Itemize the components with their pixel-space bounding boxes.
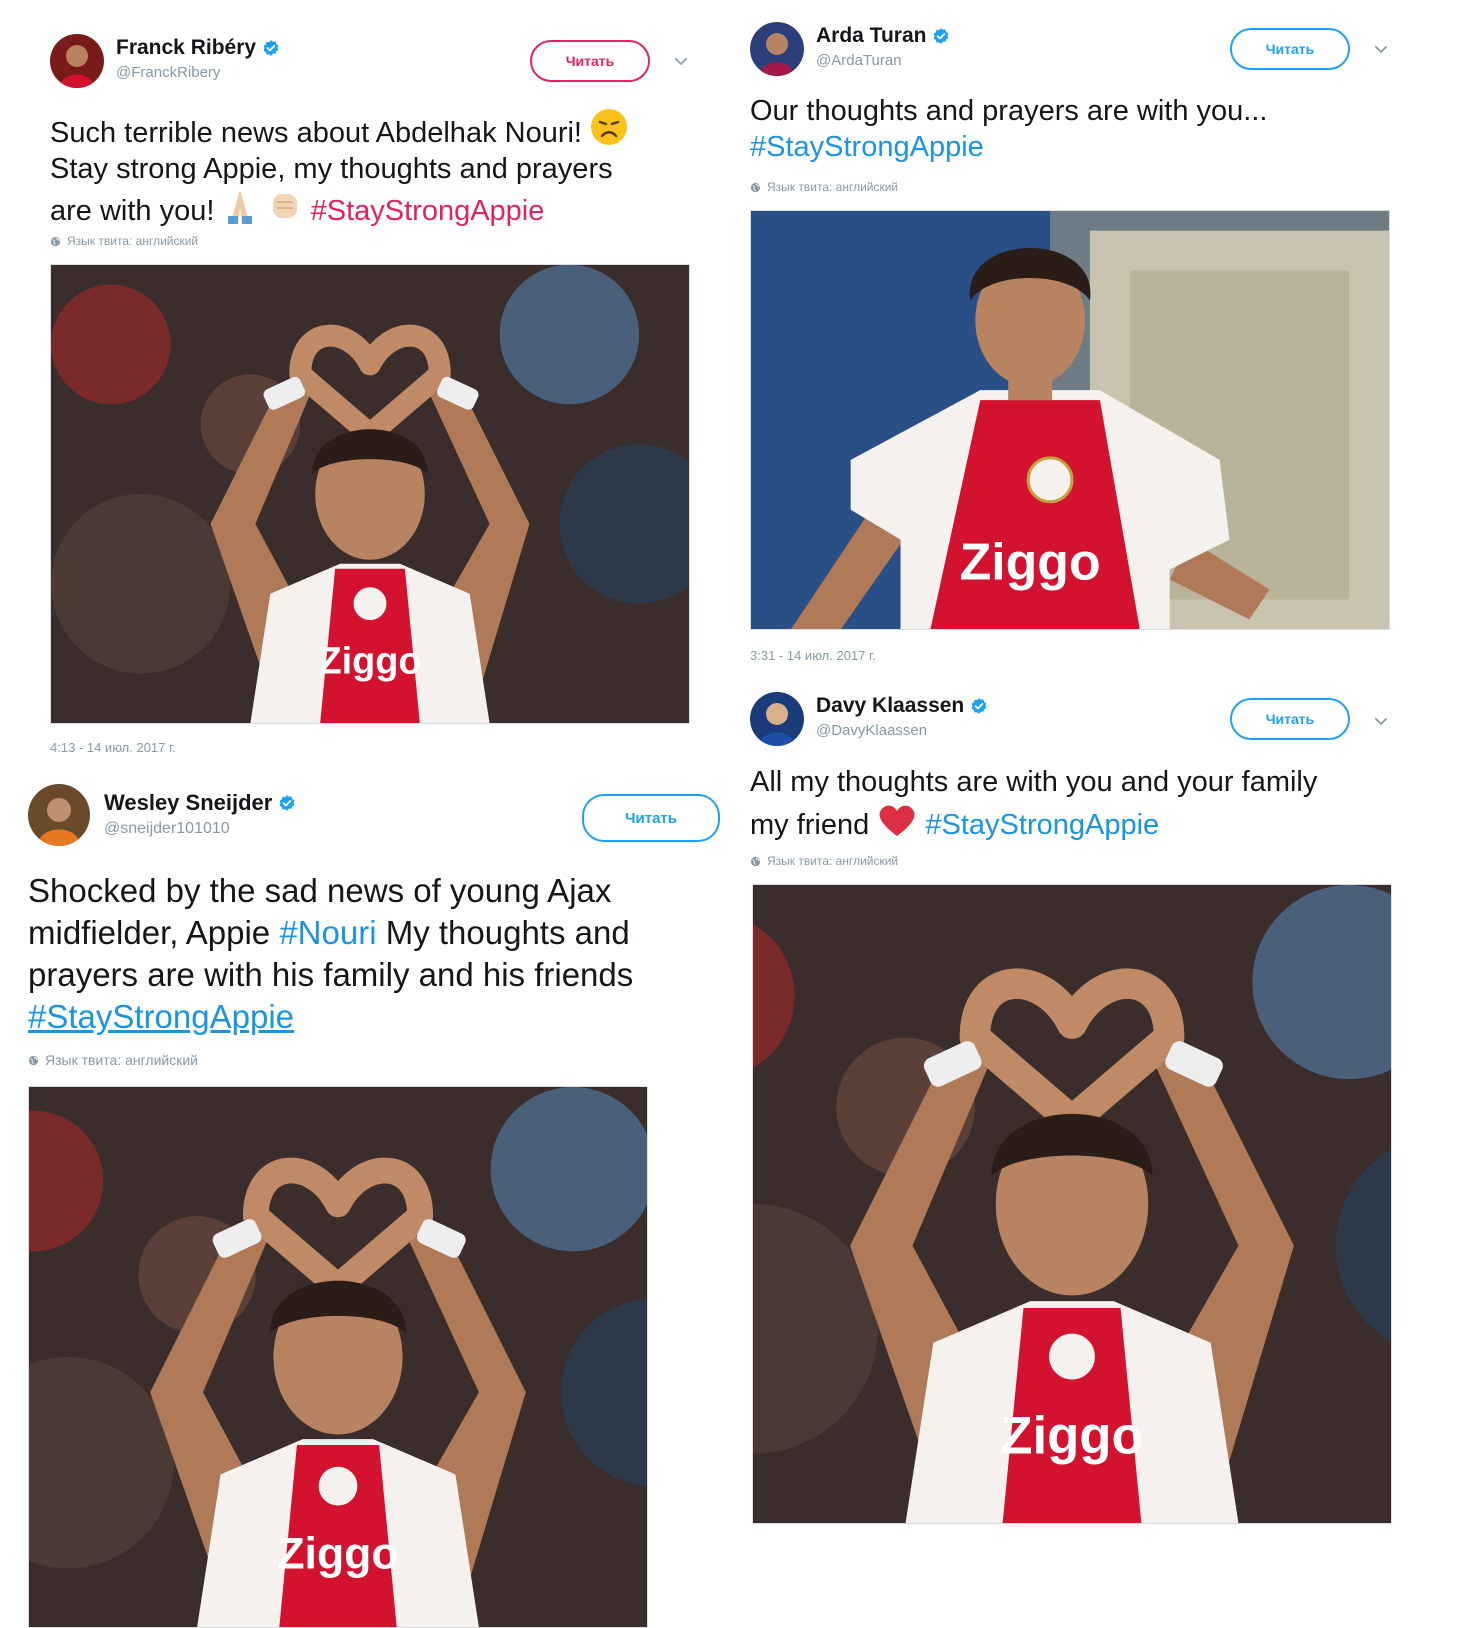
tweet-text: Such terrible news about Abdelhak Nouri!… (50, 108, 720, 230)
hashtag-link[interactable]: #StayStrongAppie (925, 809, 1159, 841)
player-running-photo (751, 211, 1389, 629)
author-handle[interactable]: @FranckRibery (116, 64, 220, 81)
hashtag-link[interactable]: #StayStrongAppie (311, 195, 545, 227)
chevron-down-icon[interactable] (672, 52, 690, 70)
tweet-card-ribery: Franck Ribéry @FranckRibery Читать Such … (0, 0, 730, 770)
tweet-text: Shocked by the sad news of young Ajax mi… (28, 872, 634, 1035)
author-handle[interactable]: @DavyKlaassen (816, 722, 927, 739)
avatar[interactable] (50, 34, 104, 88)
author-name[interactable]: Arda Turan (816, 24, 950, 48)
tweet-photo[interactable] (28, 1086, 648, 1628)
author-name[interactable]: Wesley Sneijder (104, 790, 296, 816)
tweet-language-note[interactable]: Язык твита: английский (750, 180, 898, 194)
player-heart-gesture-photo (753, 885, 1391, 1523)
follow-button[interactable]: Читать (1230, 28, 1350, 70)
author-name[interactable]: Davy Klaassen (816, 694, 988, 718)
author-name[interactable]: Franck Ribéry (116, 36, 280, 60)
tweet-photo[interactable] (50, 264, 690, 724)
globe-icon (28, 1055, 39, 1066)
hashtag-link[interactable]: #StayStrongAppie (750, 131, 984, 163)
player-heart-gesture-photo (51, 265, 689, 723)
follow-button[interactable]: Читать (582, 794, 720, 842)
red-heart-emoji (879, 805, 915, 836)
avatar[interactable] (750, 22, 804, 76)
tweet-language-note[interactable]: Язык твита: английский (50, 234, 198, 248)
globe-icon (50, 236, 61, 247)
avatar[interactable] (28, 784, 90, 846)
chevron-down-icon[interactable] (1372, 712, 1390, 730)
tweet-timestamp[interactable]: 4:13 - 14 июл. 2017 г. (50, 740, 176, 755)
tweet-photo[interactable] (750, 210, 1390, 630)
tweet-card-turan: Arda Turan @ArdaTuran Читать Our thought… (730, 0, 1460, 680)
verified-badge-icon (970, 697, 988, 715)
chevron-down-icon[interactable] (1372, 40, 1390, 58)
follow-button[interactable]: Читать (530, 40, 650, 82)
hashtag-link[interactable]: #StayStrongAppie (28, 998, 294, 1035)
tweet-photo[interactable] (752, 884, 1392, 1524)
author-handle[interactable]: @sneijder101010 (104, 820, 230, 838)
avatar[interactable] (750, 692, 804, 746)
globe-icon (750, 182, 761, 193)
tweet-language-note[interactable]: Язык твита: английский (28, 1052, 198, 1068)
verified-badge-icon (932, 27, 950, 45)
praying-hands-emoji (228, 189, 253, 224)
hashtag-link[interactable]: #Nouri (279, 914, 376, 951)
globe-icon (750, 856, 761, 867)
tweet-card-klaassen: Davy Klaassen @DavyKlaassen Читать All m… (730, 680, 1460, 1628)
tweet-language-note[interactable]: Язык твита: английский (750, 854, 898, 868)
player-heart-gesture-photo (29, 1087, 647, 1627)
tweet-text: All my thoughts are with you and your fa… (750, 766, 1318, 841)
author-handle[interactable]: @ArdaTuran (816, 52, 902, 69)
tweet-timestamp[interactable]: 3:31 - 14 июл. 2017 г. (750, 648, 876, 663)
follow-button[interactable]: Читать (1230, 698, 1350, 740)
tweet-card-sneijder: Wesley Sneijder @sneijder101010 Читать S… (0, 770, 730, 1628)
sad-face-emoji (591, 109, 628, 145)
tweet-text: Our thoughts and prayers are with you...… (750, 95, 1268, 163)
verified-badge-icon (278, 794, 296, 812)
fist-emoji (272, 193, 297, 218)
verified-badge-icon (262, 39, 280, 57)
